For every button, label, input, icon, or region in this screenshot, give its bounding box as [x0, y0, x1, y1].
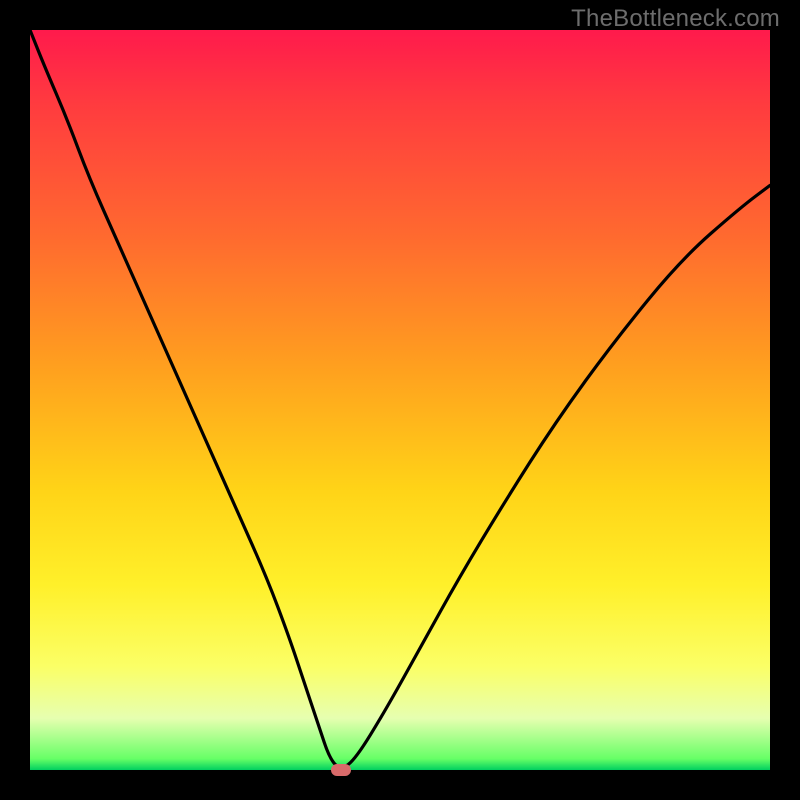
optimum-marker [331, 764, 351, 776]
bottleneck-curve [30, 30, 770, 770]
plot-area [30, 30, 770, 770]
chart-frame: TheBottleneck.com [0, 0, 800, 800]
watermark-text: TheBottleneck.com [571, 5, 780, 33]
